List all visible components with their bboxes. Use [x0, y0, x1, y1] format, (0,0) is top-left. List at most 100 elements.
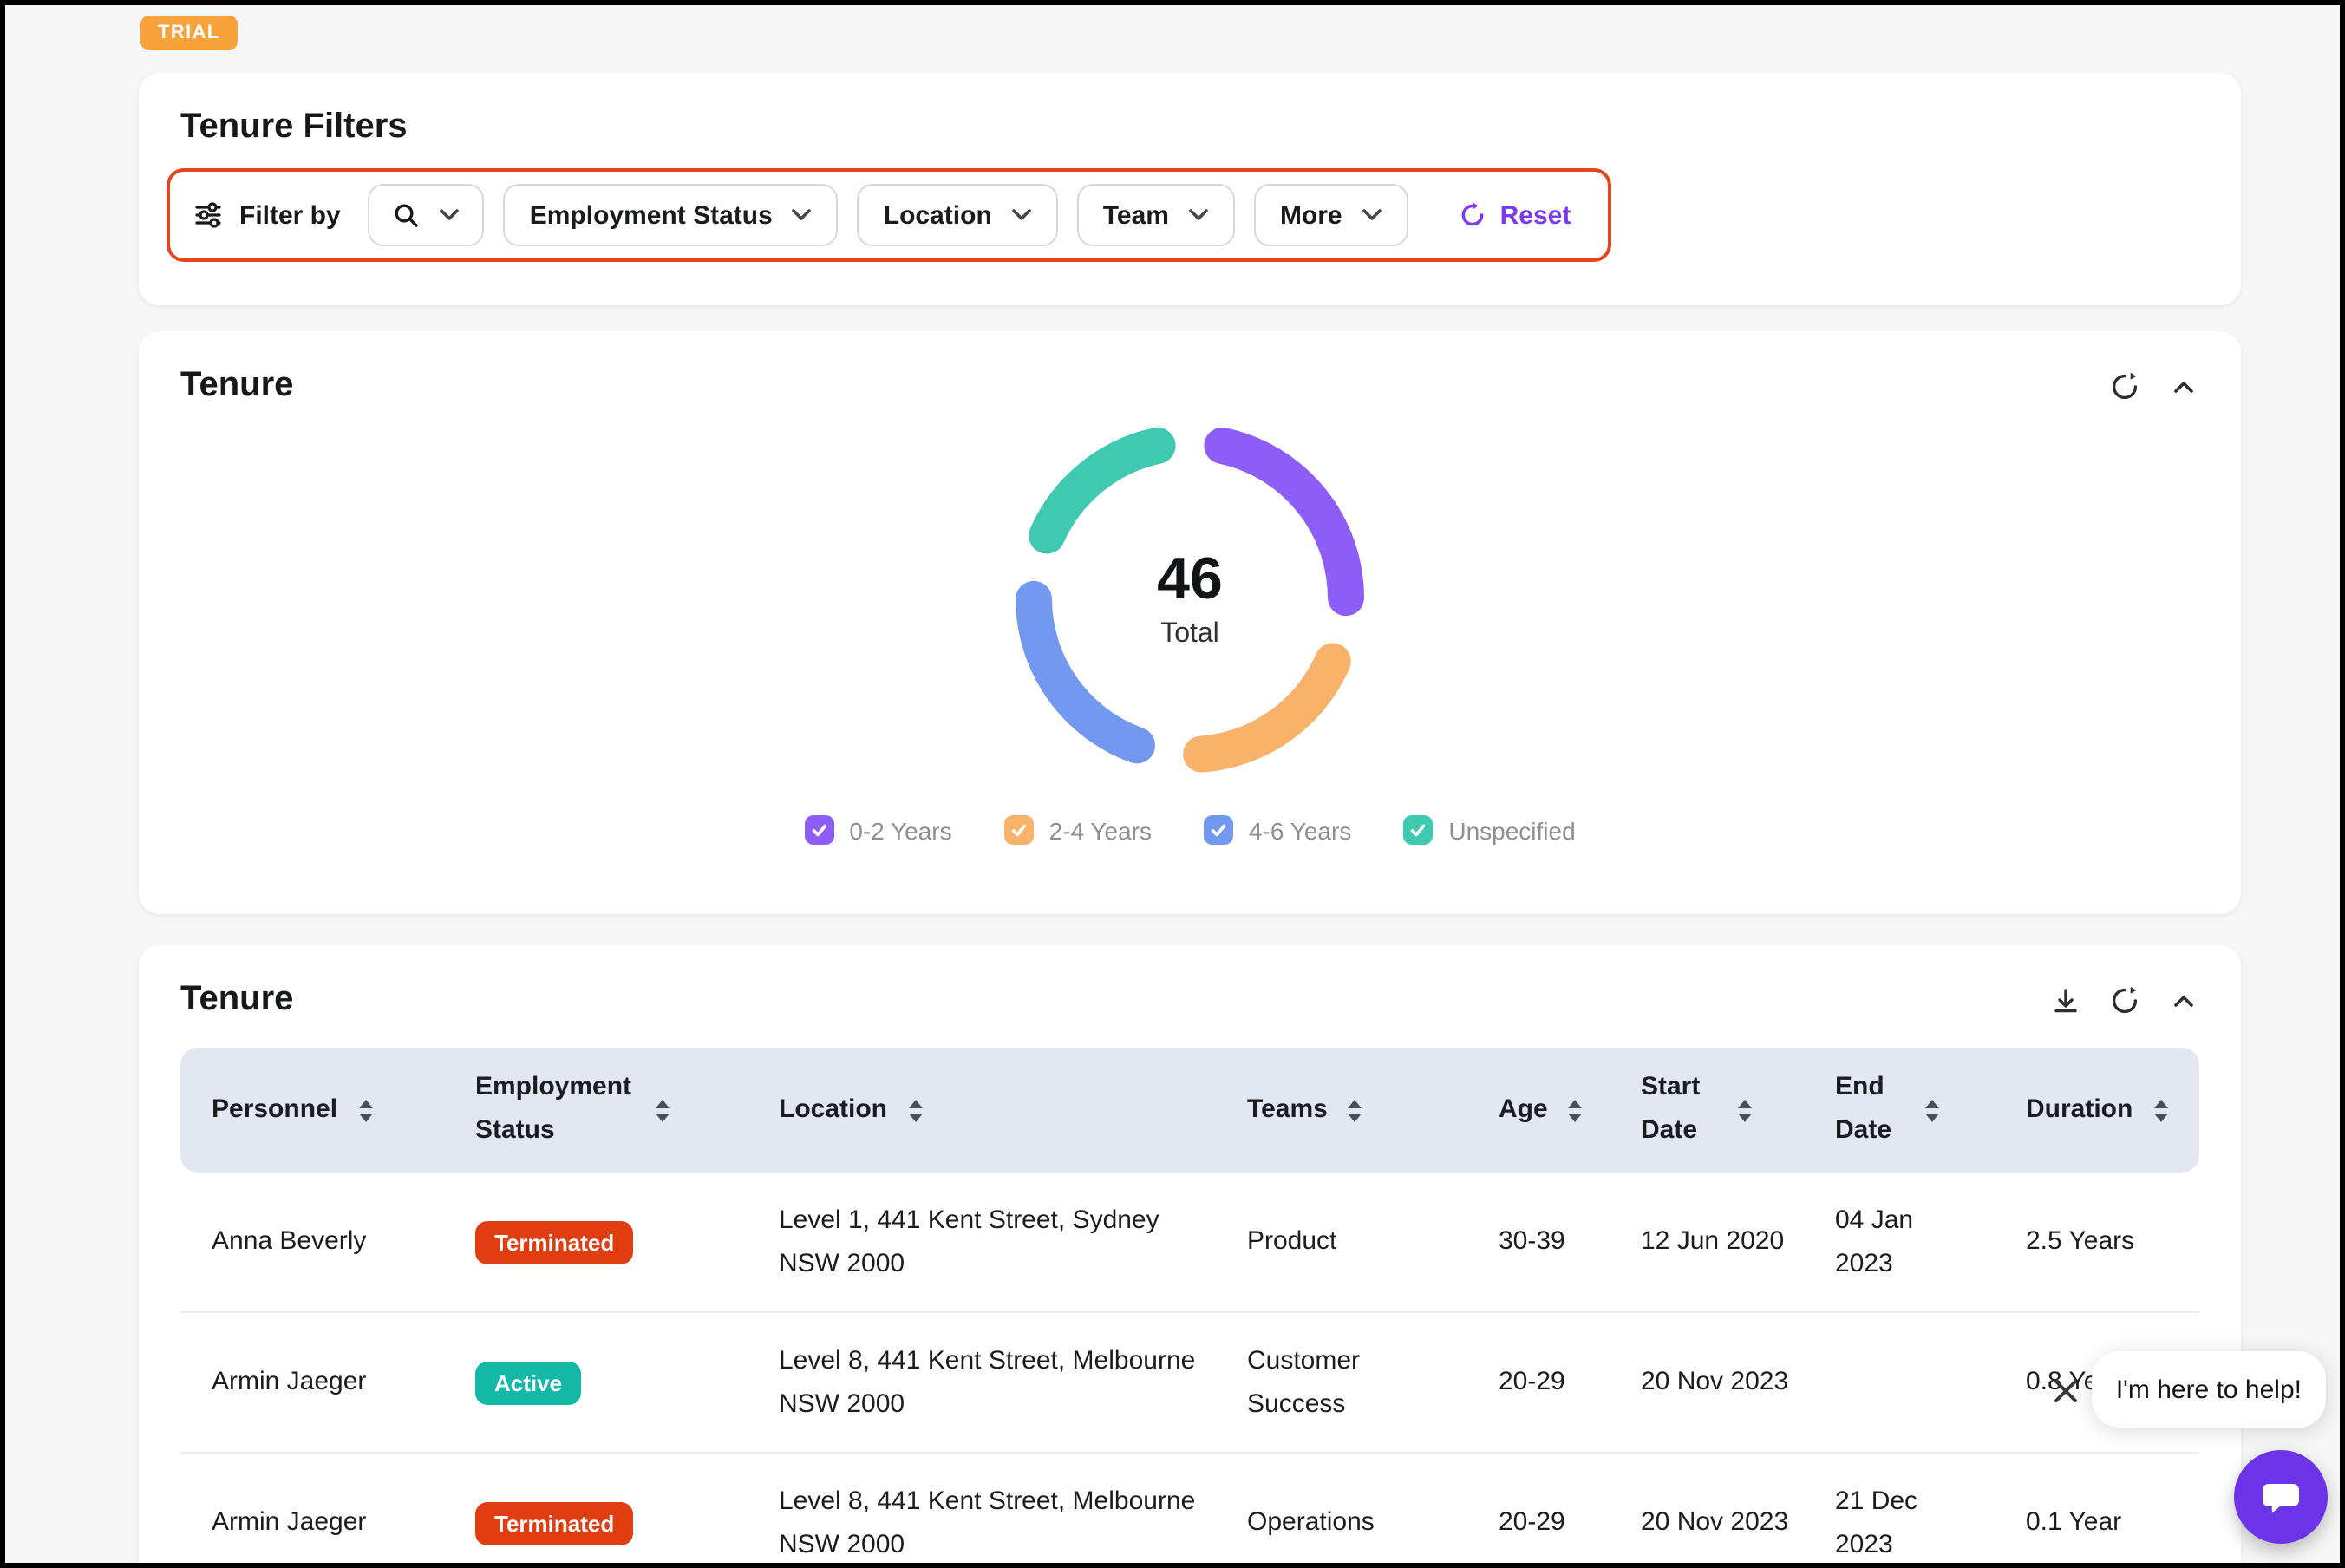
column-header-personnel[interactable]: Personnel: [180, 1088, 441, 1132]
legend-checkbox[interactable]: [1403, 815, 1433, 845]
cell-start-date: 20 Nov 2023: [1606, 1501, 1800, 1545]
filter-sliders-icon: [193, 199, 224, 231]
column-header-label: End Date: [1835, 1068, 1904, 1153]
refresh-icon[interactable]: [2109, 985, 2140, 1016]
legend-checkbox[interactable]: [804, 815, 833, 845]
check-icon: [1209, 820, 1228, 840]
tenure-donut: [1008, 416, 1372, 781]
check-icon: [809, 820, 828, 840]
sort-icon[interactable]: [908, 1099, 922, 1121]
tenure-donut-chart: 46 Total: [1008, 416, 1372, 781]
cell-start-date: 20 Nov 2023: [1606, 1361, 1800, 1405]
filter-dropdown-team[interactable]: Team: [1077, 184, 1235, 246]
filter-dropdown-employment-status[interactable]: Employment Status: [504, 184, 839, 246]
sort-icon[interactable]: [1738, 1099, 1752, 1121]
chat-close-button[interactable]: [2045, 1370, 2087, 1412]
table-header-row: PersonnelEmployment Status Location Teams A…: [180, 1048, 2199, 1173]
chevron-down-icon: [1011, 208, 1032, 222]
column-header-label: Location: [779, 1088, 887, 1132]
status-badge: Active: [475, 1361, 581, 1404]
donut-segment-2-4-years[interactable]: [1201, 661, 1333, 754]
filter-by-label-group: Filter by: [193, 199, 341, 231]
legend-item-0-2-years[interactable]: 0-2 Years: [804, 815, 951, 845]
reset-icon: [1459, 201, 1486, 229]
collapse-icon[interactable]: [2168, 371, 2199, 402]
legend-checkbox[interactable]: [1004, 815, 1034, 845]
chart-legend: 0-2 Years 2-4 Years 4-6 Years Unspecified: [180, 815, 2199, 845]
cell-teams: Operations: [1212, 1501, 1464, 1545]
chat-launcher-button[interactable]: [2234, 1450, 2328, 1544]
column-header-age[interactable]: Age: [1464, 1088, 1606, 1132]
app-root: TRIAL Tenure Filters Filter by: [0, 0, 2345, 1568]
column-header-label: Teams: [1247, 1088, 1328, 1132]
cell-personnel: Armin Jaeger: [180, 1361, 441, 1405]
legend-item-4-6-years[interactable]: 4-6 Years: [1204, 815, 1351, 845]
cell-start-date: 12 Jun 2020: [1606, 1220, 1800, 1264]
trial-badge: TRIAL: [140, 16, 238, 50]
table-body: Anna BeverlyTerminatedLevel 1, 441 Kent …: [180, 1173, 2199, 1568]
reset-filters-button[interactable]: Reset: [1448, 199, 1582, 232]
reset-label: Reset: [1500, 200, 1571, 230]
table-row[interactable]: Anna BeverlyTerminatedLevel 1, 441 Kent …: [180, 1173, 2199, 1313]
sort-icon[interactable]: [656, 1099, 670, 1121]
cell-employment-status: Active: [441, 1361, 744, 1404]
column-header-start-date[interactable]: Start Date: [1606, 1068, 1800, 1153]
cell-location: Level 1, 441 Kent Street, Sydney NSW 200…: [744, 1198, 1212, 1286]
column-header-teams[interactable]: Teams: [1212, 1088, 1464, 1132]
search-filter-dropdown[interactable]: [369, 184, 485, 246]
status-badge: Terminated: [475, 1501, 633, 1545]
legend-item-2-4-years[interactable]: 2-4 Years: [1004, 815, 1152, 845]
chevron-down-icon: [792, 208, 813, 222]
legend-label: 4-6 Years: [1249, 816, 1351, 844]
cell-location: Level 8, 441 Kent Street, Melbourne NSW …: [744, 1338, 1212, 1427]
column-header-location[interactable]: Location: [744, 1088, 1212, 1132]
column-header-duration[interactable]: Duration: [1991, 1088, 2199, 1132]
sort-icon[interactable]: [1925, 1099, 1939, 1121]
chevron-down-icon: [1362, 208, 1382, 222]
cell-age: 30-39: [1464, 1220, 1606, 1264]
status-badge: Terminated: [475, 1220, 633, 1264]
donut-segment-0-2-years[interactable]: [1222, 446, 1346, 598]
legend-label: Unspecified: [1448, 816, 1575, 844]
sort-icon[interactable]: [1569, 1099, 1583, 1121]
refresh-icon[interactable]: [2109, 371, 2140, 402]
legend-item-unspecified[interactable]: Unspecified: [1403, 815, 1575, 845]
cell-employment-status: Terminated: [441, 1501, 744, 1545]
donut-segment-4-6-years[interactable]: [1034, 599, 1137, 746]
dropdown-label: More: [1280, 200, 1342, 230]
sort-icon[interactable]: [358, 1099, 372, 1121]
sort-icon[interactable]: [1349, 1099, 1362, 1121]
filter-dropdown-more[interactable]: More: [1254, 184, 1408, 246]
column-header-end-date[interactable]: End Date: [1800, 1068, 1991, 1153]
cell-teams: Product: [1212, 1220, 1464, 1264]
dropdown-label: Team: [1103, 200, 1169, 230]
legend-checkbox[interactable]: [1204, 815, 1233, 845]
cell-teams: Customer Success: [1212, 1338, 1464, 1427]
cell-personnel: Armin Jaeger: [180, 1501, 441, 1545]
filter-dropdown-location[interactable]: Location: [858, 184, 1058, 246]
cell-end-date: [1800, 1368, 1991, 1397]
cell-employment-status: Terminated: [441, 1220, 744, 1264]
download-icon[interactable]: [2050, 985, 2081, 1016]
collapse-icon[interactable]: [2168, 985, 2199, 1016]
donut-segment-unspecified[interactable]: [1047, 446, 1157, 536]
cell-end-date: 04 Jan 2023: [1800, 1198, 1991, 1286]
cell-location: Level 8, 441 Kent Street, Melbourne NSW …: [744, 1479, 1212, 1567]
check-icon: [1009, 820, 1029, 840]
dropdown-label: Employment Status: [530, 200, 773, 230]
tenure-table-card: Tenure PersonnelEmployment St: [139, 945, 2241, 1568]
chart-card-title: Tenure: [180, 366, 293, 406]
column-header-label: Duration: [2026, 1088, 2133, 1132]
table-row[interactable]: Armin Jaeger Terminated Level 8, 441 Kent …: [180, 1454, 2199, 1568]
cell-duration: 2.5 Years: [1991, 1220, 2199, 1264]
chevron-down-icon: [440, 208, 461, 222]
cell-end-date: 21 Dec 2023: [1800, 1479, 1991, 1567]
legend-label: 2-4 Years: [1049, 816, 1152, 844]
cell-duration: 0.1 Year: [1991, 1501, 2199, 1545]
tenure-chart-card: Tenure 46 Total 0-2 Years2-4 Years4: [139, 331, 2241, 914]
filters-card-title: Tenure Filters: [180, 108, 2199, 147]
table-row[interactable]: Armin Jaeger Active Level 8, 441 Kent Stre…: [180, 1313, 2199, 1454]
chat-bubble-icon: [2257, 1473, 2305, 1521]
sort-icon[interactable]: [2153, 1099, 2167, 1121]
column-header-employment-status[interactable]: Employment Status: [441, 1068, 744, 1153]
